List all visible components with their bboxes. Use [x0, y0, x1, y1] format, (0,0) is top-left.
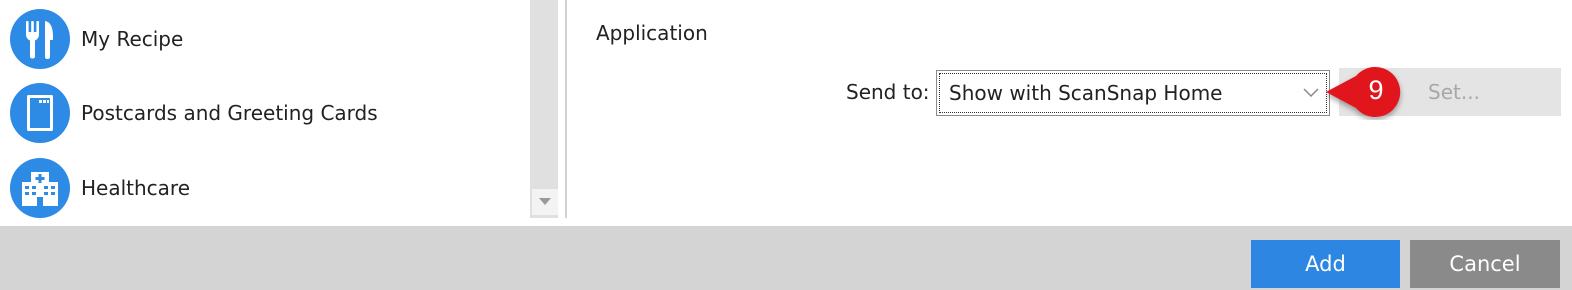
chevron-down-icon: [1303, 83, 1319, 102]
send-to-label: Send to:: [846, 80, 930, 104]
send-to-value: Show with ScanSnap Home: [949, 81, 1223, 105]
send-to-select[interactable]: Show with ScanSnap Home: [936, 70, 1330, 116]
postcard-icon: [10, 83, 70, 143]
add-button[interactable]: Add: [1251, 240, 1400, 288]
hospital-icon: [10, 158, 70, 218]
profile-label: My Recipe: [81, 27, 184, 51]
profile-item-my-recipe[interactable]: My Recipe: [0, 2, 530, 76]
callout-number: 9: [1368, 75, 1384, 105]
scroll-down-icon[interactable]: [532, 189, 558, 215]
profile-label: Postcards and Greeting Cards: [81, 101, 378, 125]
profile-label: Healthcare: [81, 176, 191, 200]
profile-item-postcards[interactable]: Postcards and Greeting Cards: [0, 76, 530, 150]
profile-list-scrollbar[interactable]: [530, 0, 558, 218]
fork-knife-icon: [10, 9, 70, 69]
cancel-button[interactable]: Cancel: [1410, 240, 1560, 288]
application-section-title: Application: [596, 21, 708, 45]
set-button-label: Set...: [1428, 80, 1480, 104]
panel-divider: [565, 0, 567, 218]
profile-list: My Recipe Postcards and Greeting Cards H…: [0, 0, 530, 226]
profile-item-healthcare[interactable]: Healthcare: [0, 150, 530, 224]
